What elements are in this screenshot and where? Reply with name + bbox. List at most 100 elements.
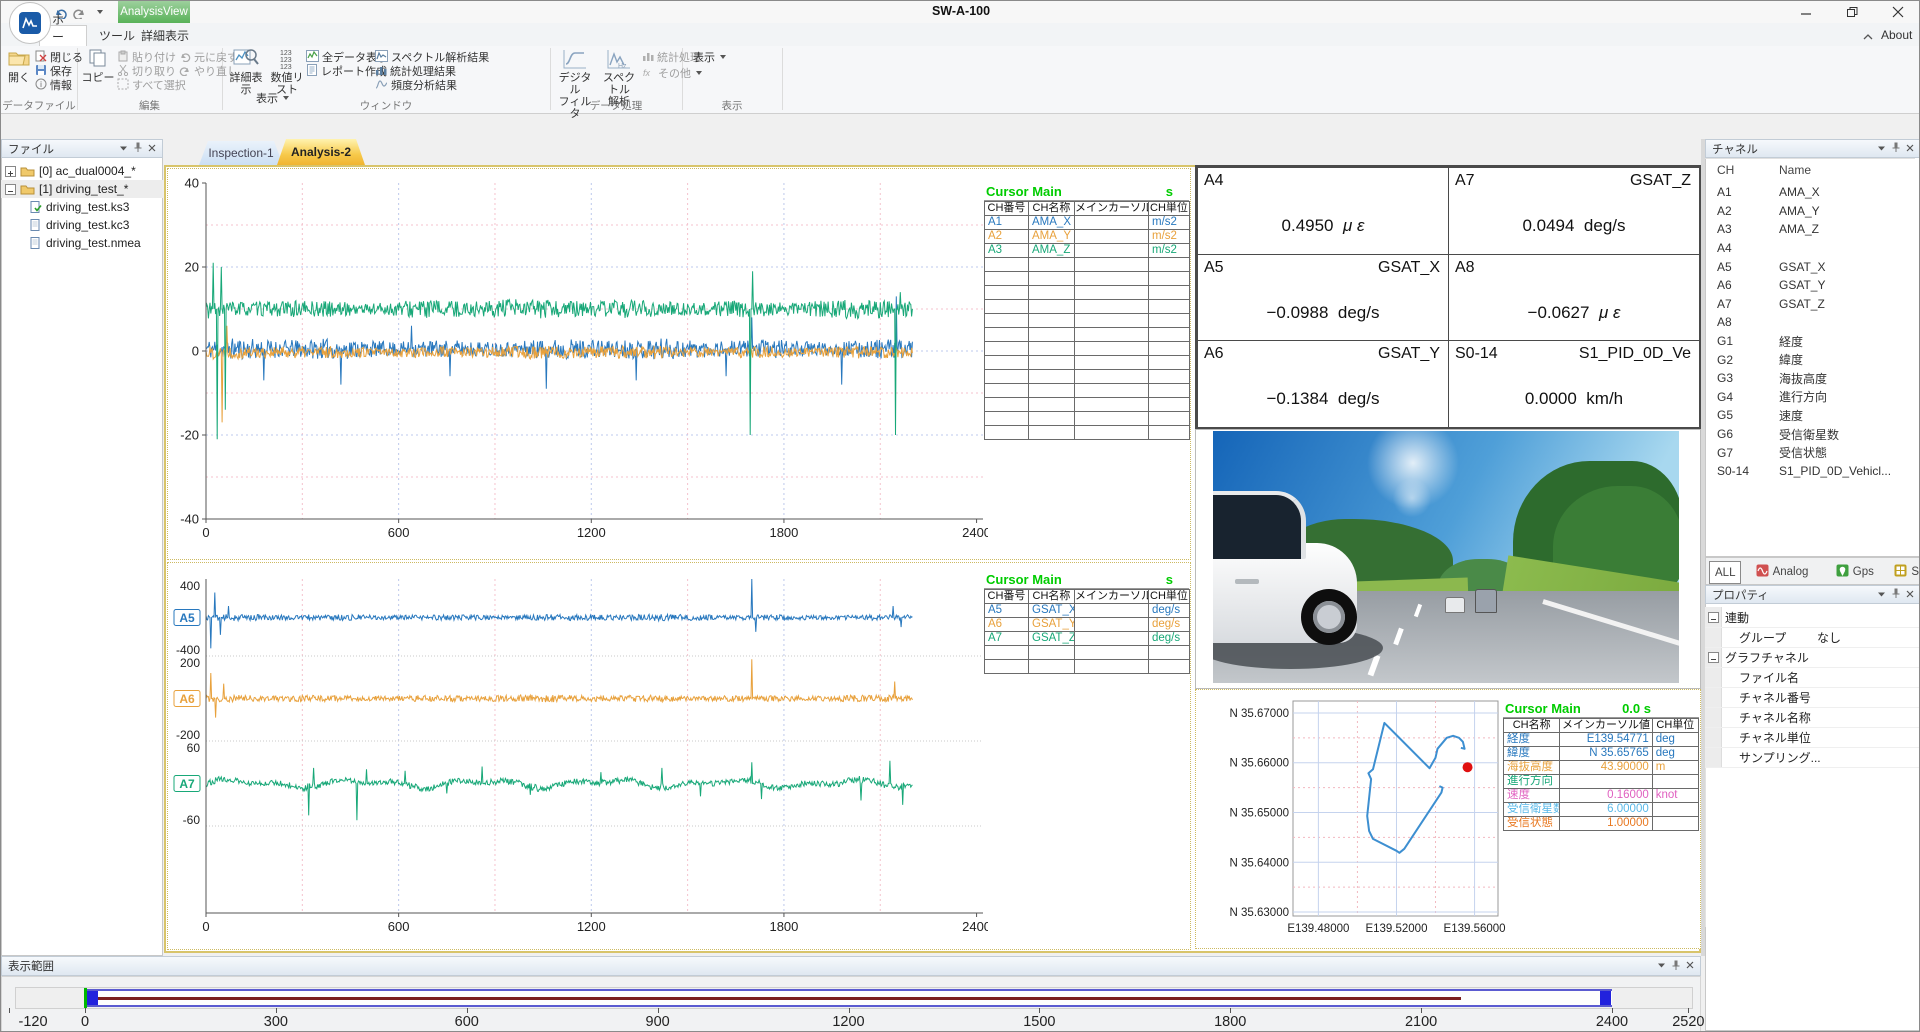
cursor-col-header: CH番号: [985, 590, 1029, 604]
stats-result-button[interactable]: 統計処理結果: [375, 64, 456, 78]
property-row[interactable]: チャネル単位: [1705, 727, 1920, 748]
chevron-down-icon[interactable]: [1877, 589, 1886, 601]
close-button[interactable]: [1877, 1, 1919, 23]
chevron-down-icon[interactable]: [1657, 960, 1666, 972]
view-dropdown[interactable]: 表示: [693, 50, 726, 64]
channel-row[interactable]: A8: [1705, 313, 1920, 332]
cut-button[interactable]: 切り取り: [117, 64, 176, 78]
cursor-table-title: Cursor Main0.0 s: [1503, 701, 1699, 718]
channel-row[interactable]: G3海抜高度: [1705, 369, 1920, 388]
numeric-list-button[interactable]: 123123123 数値リスト: [268, 48, 306, 96]
copy-button[interactable]: コピー: [81, 48, 115, 84]
collapse-ribbon-icon[interactable]: [1863, 29, 1873, 47]
channel-row[interactable]: G7受信状態: [1705, 443, 1920, 462]
collapse-group-icon[interactable]: [1708, 652, 1719, 663]
channel-row[interactable]: G4進行方向: [1705, 388, 1920, 407]
ruler-label: 2520: [1658, 1014, 1718, 1030]
pin-icon[interactable]: [1672, 960, 1680, 973]
chevron-down-icon[interactable]: [1877, 143, 1886, 155]
gps-cursor-table: Cursor Main0.0 sCH名称メインカーソル値CH単位経度E139.5…: [1503, 701, 1699, 831]
tree-item[interactable]: [0] ac_dual0004_*: [1, 162, 163, 180]
cursor-empty-row: [985, 328, 1190, 342]
channel-row[interactable]: G6受信衛星数: [1705, 425, 1920, 444]
svg-text:0: 0: [192, 344, 199, 359]
cursor-cell: deg: [1652, 733, 1698, 747]
channel-row[interactable]: G1経度: [1705, 332, 1920, 351]
tree-item[interactable]: driving_test.kc3: [1, 216, 163, 234]
property-row[interactable]: チャネル番号: [1705, 687, 1920, 708]
open-button[interactable]: 開く: [3, 48, 35, 84]
spectrum-result-button[interactable]: スペクトル解析結果: [375, 50, 489, 64]
tree-expander-icon[interactable]: [5, 166, 16, 177]
tab-detail-display[interactable]: 詳細表示: [129, 25, 201, 46]
close-icon[interactable]: [148, 143, 156, 155]
pin-icon[interactable]: [1892, 588, 1900, 601]
prop-col-divider: [1705, 767, 1706, 927]
tree-item-label: [0] ac_dual0004_*: [39, 164, 136, 178]
filter-tab-gps[interactable]: Gps: [1831, 561, 1879, 582]
app-logo[interactable]: [9, 2, 51, 44]
channel-row[interactable]: A4: [1705, 239, 1920, 258]
quick-access-dropdown-icon[interactable]: [97, 10, 103, 14]
close-icon[interactable]: [1906, 143, 1914, 155]
channel-row[interactable]: A7GSAT_Z: [1705, 295, 1920, 314]
property-row[interactable]: チャネル名称: [1705, 707, 1920, 728]
numeric-channel-id: A6: [1204, 345, 1224, 363]
channel-row[interactable]: A3AMA_Z: [1705, 220, 1920, 239]
numeric-channel-id: A5: [1204, 259, 1224, 277]
channel-row[interactable]: S0-14S1_PID_0D_Vehicl...: [1705, 462, 1920, 481]
filter-tab-analog[interactable]: Analog: [1751, 561, 1814, 582]
select-all-button[interactable]: すべて選択: [117, 78, 186, 92]
gps-map[interactable]: N 35.67000N 35.66000N 35.65000N 35.64000…: [1221, 696, 1521, 944]
save-button[interactable]: 保存: [35, 64, 72, 78]
ruler-tick: [1421, 1008, 1422, 1013]
range-handle-right[interactable]: [1600, 991, 1611, 1005]
chevron-down-icon[interactable]: [119, 143, 128, 155]
channel-row[interactable]: A6GSAT_Y: [1705, 276, 1920, 295]
property-row[interactable]: ファイル名: [1705, 667, 1920, 688]
paste-button[interactable]: 貼り付け: [117, 50, 176, 64]
filter-tab-signal[interactable]: Signal: [1889, 561, 1920, 582]
filter-tab-all[interactable]: ALL: [1709, 561, 1741, 584]
property-row[interactable]: 連動: [1705, 607, 1920, 628]
tree-expander-icon[interactable]: [5, 184, 16, 195]
waveform-chart-top[interactable]: 40200-20-400600120018002400: [166, 171, 988, 543]
detail-view-button[interactable]: 詳細表示: [226, 48, 266, 96]
channel-row[interactable]: G2緯度: [1705, 350, 1920, 369]
cursor-title-label: Cursor Main: [986, 184, 1062, 199]
maximize-button[interactable]: [1831, 1, 1873, 23]
ruler-label: 300: [246, 1014, 306, 1030]
info-button[interactable]: i情報: [35, 78, 72, 92]
doc-tab-analysis-2[interactable]: Analysis-2: [277, 139, 365, 165]
close-icon[interactable]: [1686, 960, 1694, 972]
collapse-group-icon[interactable]: [1708, 612, 1719, 623]
close-file-button[interactable]: 閉じる: [35, 50, 83, 64]
tree-item[interactable]: driving_test.ks3: [1, 198, 163, 216]
channel-row[interactable]: A2AMA_Y: [1705, 202, 1920, 221]
about-button[interactable]: About: [1881, 28, 1912, 42]
suv-door-handle: [1235, 579, 1259, 584]
pin-icon[interactable]: [1892, 142, 1900, 155]
pin-icon[interactable]: [134, 142, 142, 155]
property-row[interactable]: グループなし: [1705, 627, 1920, 648]
property-row[interactable]: グラフチャネル: [1705, 647, 1920, 668]
waveform-chart-bottom[interactable]: 400-400A5200-200A660-60A7060012001800240…: [166, 566, 988, 946]
doc-tab-inspection-1[interactable]: Inspection-1: [199, 141, 283, 165]
cursor-cell: 受信状態: [1504, 817, 1560, 831]
property-row[interactable]: サンプリング...: [1705, 747, 1920, 768]
redo-icon[interactable]: [73, 5, 87, 24]
channel-row[interactable]: A1AMA_X: [1705, 183, 1920, 202]
close-icon[interactable]: [1906, 589, 1914, 601]
tree-item[interactable]: driving_test.nmea: [1, 234, 163, 252]
cursor-cell: deg: [1652, 747, 1698, 761]
tree-item[interactable]: [1] driving_test_*: [1, 180, 163, 198]
suv-windows: [1213, 491, 1306, 559]
channel-row[interactable]: G5速度: [1705, 406, 1920, 425]
other-dropdown[interactable]: fxその他: [642, 66, 702, 80]
property-value[interactable]: なし: [1817, 629, 1841, 646]
minimize-button[interactable]: [1785, 1, 1827, 23]
channel-row[interactable]: A5GSAT_X: [1705, 257, 1920, 276]
range-handle-left[interactable]: [87, 991, 98, 1005]
app-title-button[interactable]: AnalysisView: [118, 1, 190, 23]
freq-result-button[interactable]: 頻度分析結果: [375, 78, 457, 92]
